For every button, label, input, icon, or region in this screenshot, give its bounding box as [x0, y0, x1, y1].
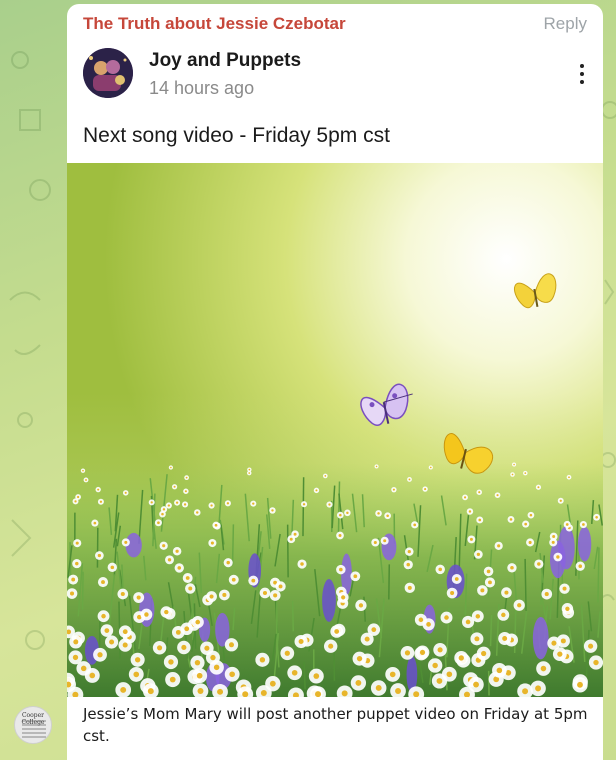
sender-avatar-masthead: Cooper College	[21, 712, 45, 726]
sender-avatar[interactable]: Cooper College	[14, 706, 52, 744]
message-bubble: The Truth about Jessie Czebotar Reply Jo…	[67, 4, 603, 760]
channel-avatar[interactable]	[83, 48, 133, 98]
kebab-menu-icon[interactable]	[575, 62, 589, 88]
forwarded-from-title[interactable]: The Truth about Jessie Czebotar	[83, 14, 346, 34]
puppets-avatar-image	[83, 48, 133, 98]
caption-area: Jessie’s Mom Mary will post another pupp…	[67, 697, 603, 760]
post-image[interactable]	[67, 163, 603, 697]
post-text: Next song video - Friday 5pm cst	[83, 124, 390, 147]
channel-name[interactable]: Joy and Puppets	[149, 50, 301, 72]
reply-header: The Truth about Jessie Czebotar Reply	[83, 14, 587, 38]
post-timestamp: 14 hours ago	[149, 78, 255, 98]
post-header: Joy and Puppets 14 hours ago	[83, 48, 587, 104]
reply-button[interactable]: Reply	[544, 14, 587, 34]
message-caption: Jessie’s Mom Mary will post another pupp…	[83, 705, 588, 745]
